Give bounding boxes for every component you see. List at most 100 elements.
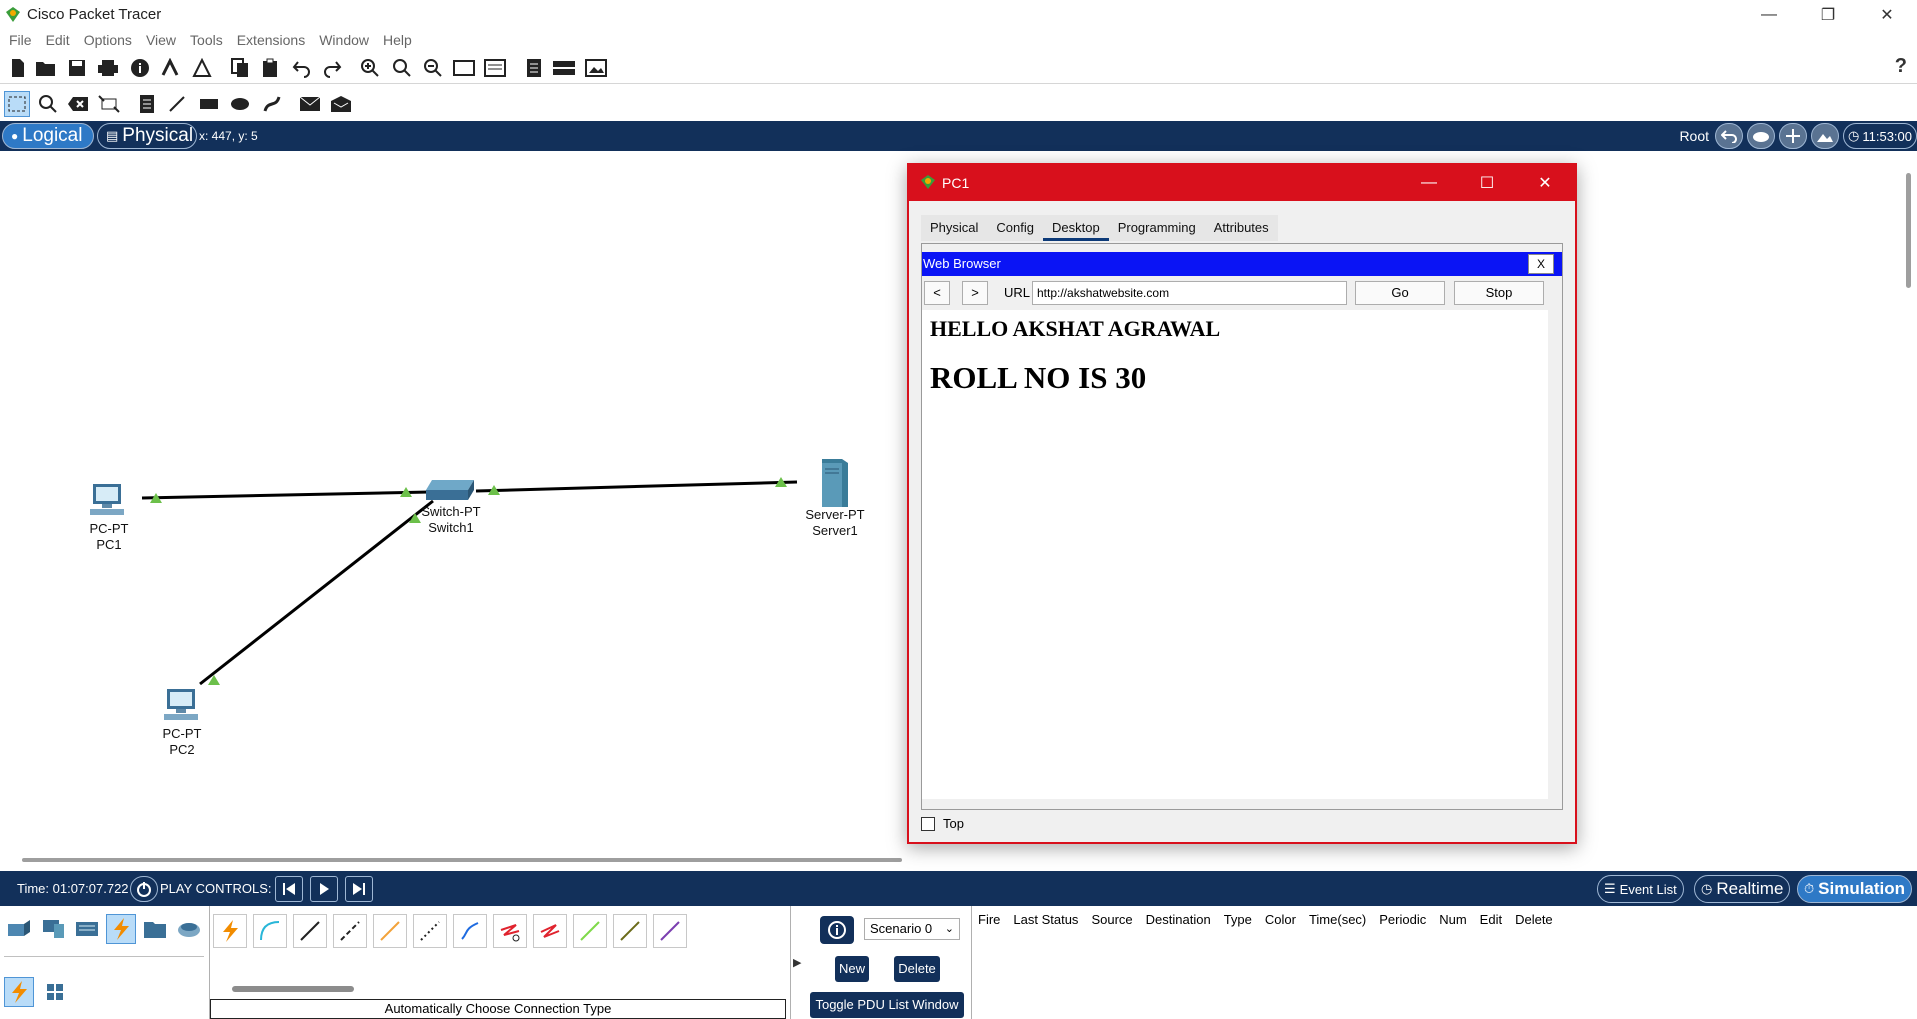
pc1-minimize-button[interactable]: —: [1400, 165, 1458, 201]
picture-icon[interactable]: [584, 56, 608, 80]
iot-custom-cable-icon[interactable]: [613, 914, 647, 948]
cluster-icon[interactable]: [552, 56, 576, 80]
notes-icon[interactable]: [522, 56, 546, 80]
realtime-mode-button[interactable]: ◷ Realtime: [1694, 875, 1791, 903]
open-folder-icon[interactable]: [34, 56, 58, 80]
end-devices-icon[interactable]: [38, 914, 68, 944]
add-complex-pdu-icon[interactable]: [328, 91, 354, 117]
close-button[interactable]: ✕: [1858, 0, 1916, 29]
physical-view-button[interactable]: ▤ Physical: [97, 123, 197, 149]
minimize-button[interactable]: —: [1740, 0, 1798, 29]
menu-tools[interactable]: Tools: [190, 29, 223, 51]
network-devices-icon[interactable]: [4, 914, 34, 944]
custom-device-icon[interactable]: [483, 56, 507, 80]
step-back-icon[interactable]: [275, 876, 303, 902]
zoom-reset-icon[interactable]: [390, 56, 414, 80]
top-checkbox-box[interactable]: [921, 816, 935, 831]
menu-window[interactable]: Window: [319, 29, 369, 51]
zoom-in-icon[interactable]: [358, 56, 382, 80]
select-tool-icon[interactable]: [4, 91, 30, 117]
collapse-arrow-icon[interactable]: ▶: [793, 956, 801, 969]
draw-line-icon[interactable]: [164, 91, 190, 117]
vertical-scrollbar[interactable]: [1902, 151, 1917, 849]
miscellaneous-icon[interactable]: [140, 914, 170, 944]
logical-view-button[interactable]: ● Logical: [2, 123, 94, 149]
tab-config[interactable]: Config: [987, 215, 1043, 241]
browser-go-button[interactable]: Go: [1355, 281, 1445, 305]
auto-connection-icon[interactable]: [213, 914, 247, 948]
menu-options[interactable]: Options: [84, 29, 132, 51]
menu-edit[interactable]: Edit: [46, 29, 70, 51]
toggle-pdu-list-button[interactable]: Toggle PDU List Window: [810, 992, 964, 1018]
copy-icon[interactable]: [228, 56, 252, 80]
draw-rectangle-icon[interactable]: [196, 91, 222, 117]
power-cycle-icon[interactable]: [130, 876, 158, 902]
fiber-icon[interactable]: [373, 914, 407, 948]
new-scenario-button[interactable]: New: [835, 956, 869, 982]
grid-view-icon[interactable]: [40, 977, 70, 1007]
pc2-device-icon[interactable]: [162, 687, 202, 723]
event-list-button[interactable]: ☰ Event List: [1597, 875, 1684, 903]
web-browser-close-button[interactable]: X: [1528, 254, 1554, 274]
redo-icon[interactable]: [320, 56, 344, 80]
menu-help[interactable]: Help: [383, 29, 412, 51]
browser-stop-button[interactable]: Stop: [1454, 281, 1544, 305]
cloud-icon[interactable]: [1747, 123, 1776, 149]
activity-wizard-icon[interactable]: [190, 56, 214, 80]
vertical-scroll-thumb[interactable]: [1906, 173, 1911, 288]
print-icon[interactable]: [96, 56, 120, 80]
place-note-icon[interactable]: [134, 91, 160, 117]
menu-view[interactable]: View: [146, 29, 176, 51]
serial-dce-icon[interactable]: [493, 914, 527, 948]
server1-device-icon[interactable]: [816, 455, 850, 509]
clock-display[interactable]: ◷ 11:53:00: [1843, 123, 1917, 149]
save-icon[interactable]: [65, 56, 89, 80]
undo-icon[interactable]: [290, 56, 314, 80]
step-forward-icon[interactable]: [345, 876, 373, 902]
draw-ellipse-icon[interactable]: [227, 91, 253, 117]
drawing-palette-icon[interactable]: [452, 56, 476, 80]
add-simple-pdu-icon[interactable]: [297, 91, 323, 117]
restore-button[interactable]: ❐: [1799, 0, 1857, 29]
connections-subtype-icon[interactable]: [4, 977, 34, 1007]
horizontal-scrollbar[interactable]: [0, 849, 1917, 869]
freeform-icon[interactable]: [259, 91, 285, 117]
octal-cable-icon[interactable]: [573, 914, 607, 948]
url-input[interactable]: http://akshatwebsite.com: [1032, 281, 1347, 305]
tab-programming[interactable]: Programming: [1109, 215, 1205, 241]
top-checkbox[interactable]: Top: [921, 816, 964, 831]
usb-cable-icon[interactable]: [653, 914, 687, 948]
tab-physical[interactable]: Physical: [921, 215, 987, 241]
browser-back-button[interactable]: <: [924, 281, 950, 305]
new-file-icon[interactable]: [6, 56, 30, 80]
copper-straight-through-icon[interactable]: [293, 914, 327, 948]
delete-scenario-button[interactable]: Delete: [894, 956, 940, 982]
simulation-mode-button[interactable]: ⏱ Simulation: [1797, 875, 1913, 903]
pc1-close-button[interactable]: ✕: [1516, 165, 1574, 201]
network-wizard-icon[interactable]: [158, 56, 182, 80]
zoom-out-icon[interactable]: [421, 56, 445, 80]
components-icon[interactable]: [72, 914, 102, 944]
browser-forward-button[interactable]: >: [962, 281, 988, 305]
viewport-move-icon[interactable]: [1779, 123, 1808, 149]
phone-cable-icon[interactable]: [413, 914, 447, 948]
scenario-select[interactable]: Scenario 0 ⌄: [864, 918, 960, 940]
tab-desktop[interactable]: Desktop: [1043, 215, 1109, 241]
copper-cross-over-icon[interactable]: [333, 914, 367, 948]
menu-extensions[interactable]: Extensions: [237, 29, 305, 51]
pc1-device-icon[interactable]: [88, 482, 128, 518]
menu-file[interactable]: File: [9, 29, 32, 51]
tab-attributes[interactable]: Attributes: [1205, 215, 1278, 241]
help-icon[interactable]: ?: [1895, 55, 1907, 78]
play-icon[interactable]: [310, 876, 338, 902]
inspect-tool-icon[interactable]: [35, 91, 61, 117]
console-cable-icon[interactable]: [253, 914, 287, 948]
switch1-device-icon[interactable]: [424, 476, 478, 506]
connections-category-icon[interactable]: [106, 914, 136, 944]
connection-scroll-thumb[interactable]: [232, 986, 354, 992]
scenario-info-icon[interactable]: [820, 916, 854, 944]
info-icon[interactable]: [128, 56, 152, 80]
pc1-window-titlebar[interactable]: PC1 — ☐ ✕: [909, 165, 1575, 201]
paste-icon[interactable]: [258, 56, 282, 80]
horizontal-scroll-thumb[interactable]: [22, 858, 902, 862]
